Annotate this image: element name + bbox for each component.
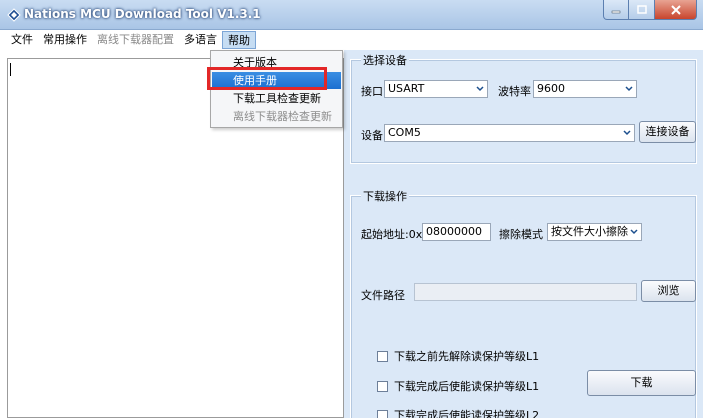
option-enable-rdp-l2-checkbox[interactable] xyxy=(377,409,388,418)
option-enable-rdp-l1[interactable]: 下载完成后使能读保护等级L1 xyxy=(377,378,539,394)
minimize-icon xyxy=(611,10,621,13)
menu-common-ops[interactable]: 常用操作 xyxy=(38,31,92,49)
option-unlock-rdp-l1[interactable]: 下载之前先解除读保护等级L1 xyxy=(377,348,539,364)
download-button[interactable]: 下载 xyxy=(587,370,696,396)
option-enable-rdp-l1-checkbox[interactable] xyxy=(377,380,388,392)
download-group-title: 下载操作 xyxy=(361,188,409,204)
maximize-button[interactable] xyxy=(629,0,655,20)
menu-offline-config[interactable]: 离线下载器配置 xyxy=(92,31,179,49)
window-title: Nations MCU Download Tool V1.3.1 xyxy=(24,7,261,21)
port-label: 接口 xyxy=(361,85,383,98)
option-unlock-rdp-l1-label: 下载之前先解除读保护等级L1 xyxy=(394,350,540,363)
menu-item-check-offline-update[interactable]: 离线下载器检查更新 xyxy=(212,108,341,125)
app-logo-icon xyxy=(7,8,21,22)
baud-label: 波特率 xyxy=(498,85,531,98)
erase-mode-select[interactable]: 按文件大小擦除 xyxy=(547,223,642,241)
port-value: USART xyxy=(388,82,425,95)
right-panel: 选择设备 接口 USART 波特率 9600 设备 COM5 连接设备 下载操作… xyxy=(344,50,703,418)
text-caret xyxy=(10,63,11,76)
baud-select[interactable]: 9600 xyxy=(533,80,637,98)
erase-mode-label: 擦除模式 xyxy=(499,228,543,241)
device-value: COM5 xyxy=(388,126,421,139)
connect-device-button[interactable]: 连接设备 xyxy=(639,121,696,143)
title-bar[interactable]: Nations MCU Download Tool V1.3.1 xyxy=(0,0,703,30)
device-group: 选择设备 xyxy=(350,52,697,164)
device-select[interactable]: COM5 xyxy=(384,124,635,142)
erase-mode-value: 按文件大小擦除 xyxy=(551,225,628,238)
menu-help[interactable]: 帮助 xyxy=(222,31,256,49)
maximize-icon xyxy=(636,5,647,14)
start-address-input[interactable]: 08000000 xyxy=(422,223,491,241)
menu-item-check-tool-update[interactable]: 下载工具检查更新 xyxy=(212,90,341,107)
start-address-label: 起始地址:0x xyxy=(361,228,423,241)
annotation-highlight-box xyxy=(207,67,327,90)
device-group-title: 选择设备 xyxy=(361,52,409,68)
menu-bar: 文件 常用操作 离线下载器配置 多语言 帮助 xyxy=(0,30,703,50)
device-label: 设备 xyxy=(361,129,383,142)
minimize-button[interactable] xyxy=(603,0,629,20)
baud-value: 9600 xyxy=(537,82,565,95)
port-select[interactable]: USART xyxy=(384,80,488,98)
menu-language[interactable]: 多语言 xyxy=(179,31,222,49)
menu-file[interactable]: 文件 xyxy=(6,31,38,49)
close-icon xyxy=(670,4,681,15)
file-path-label: 文件路径 xyxy=(361,289,405,302)
option-enable-rdp-l2-label: 下载完成后使能读保护等级L2 xyxy=(394,409,540,418)
chevron-down-icon xyxy=(623,130,631,136)
chevron-down-icon xyxy=(625,86,633,92)
file-path-input[interactable] xyxy=(414,283,637,301)
browse-button[interactable]: 浏览 xyxy=(641,280,696,302)
option-enable-rdp-l2[interactable]: 下载完成后使能读保护等级L2 xyxy=(377,407,539,418)
chevron-down-icon xyxy=(630,229,638,235)
option-unlock-rdp-l1-checkbox[interactable] xyxy=(377,350,388,362)
option-enable-rdp-l1-label: 下载完成后使能读保护等级L1 xyxy=(394,380,540,393)
chevron-down-icon xyxy=(476,86,484,92)
close-button[interactable] xyxy=(655,0,697,20)
